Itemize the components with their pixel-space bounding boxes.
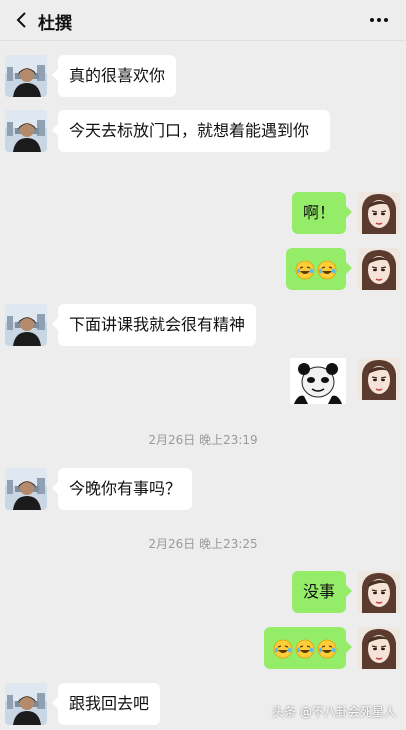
contact-avatar[interactable] xyxy=(5,304,47,346)
my-avatar[interactable] xyxy=(358,571,400,613)
message-bubble-received[interactable]: 跟我回去吧 xyxy=(51,683,161,725)
chevron-left-icon[interactable] xyxy=(12,10,32,30)
timestamp: 2月26日 晚上23:25 xyxy=(148,537,258,551)
contact-avatar[interactable] xyxy=(5,468,47,510)
crying-laughing-emoji xyxy=(317,639,337,659)
message-bubble-received[interactable]: 真的很喜欢你 xyxy=(51,55,177,97)
crying-laughing-emoji xyxy=(295,260,315,280)
crying-laughing-emoji xyxy=(317,260,337,280)
chat-header: 杜撰 xyxy=(0,0,406,41)
message-bubble-received[interactable]: 下面讲课我就会很有精神 xyxy=(51,304,257,346)
watermark: 头条 @不八卦会死星人 xyxy=(272,705,396,719)
message-bubble-sent[interactable]: 啊！ xyxy=(291,192,353,234)
contact-avatar[interactable] xyxy=(5,683,47,725)
crying-laughing-emoji xyxy=(295,639,315,659)
my-avatar[interactable] xyxy=(358,358,400,400)
message-bubble-sent[interactable] xyxy=(264,627,352,669)
crying-laughing-emoji xyxy=(273,639,293,659)
timestamp: 2月26日 晚上23:19 xyxy=(148,433,258,447)
message-bubble-sent[interactable] xyxy=(286,248,352,290)
more-dots-icon[interactable] xyxy=(368,10,390,30)
panda-meme-sticker[interactable] xyxy=(290,358,346,404)
message-bubble-received[interactable]: 今天去标放门口，就想着能遇到你 xyxy=(52,110,330,152)
my-avatar[interactable] xyxy=(358,192,400,234)
contact-avatar[interactable] xyxy=(5,110,47,152)
my-avatar[interactable] xyxy=(358,627,400,669)
message-bubble-sent[interactable]: 没事 xyxy=(291,571,353,613)
my-avatar[interactable] xyxy=(358,248,400,290)
chat-title: 杜撰 xyxy=(38,14,72,34)
contact-avatar[interactable] xyxy=(5,55,47,97)
message-bubble-received[interactable]: 今晚你有事吗？ xyxy=(51,468,193,510)
